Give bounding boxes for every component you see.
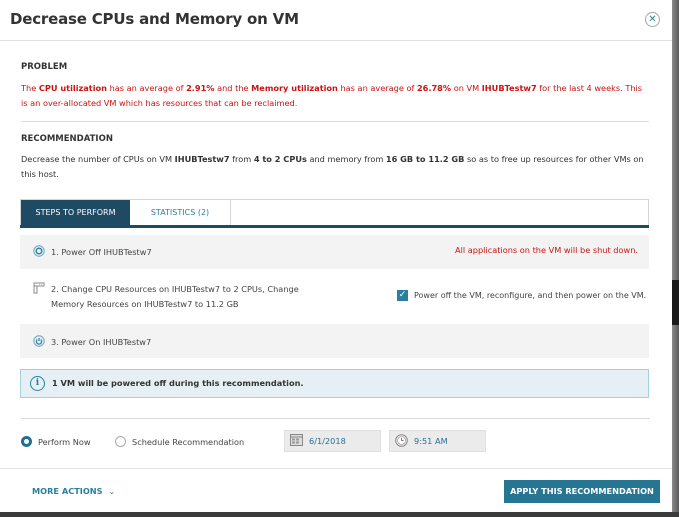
- recommendation-dialog: Decrease CPUs and Memory on VM ✕ PROBLEM…: [0, 0, 672, 512]
- emphasis-text: 4 to 2 CPUs: [253, 154, 307, 164]
- emphasis-text: 2.91%: [186, 83, 215, 93]
- modal-backdrop: [672, 0, 679, 517]
- step-change-resources: 2. Change CPU Resources on IHUBTestw7 to…: [20, 276, 649, 316]
- info-text: 1 VM will be powered off during this rec…: [52, 378, 304, 388]
- more-actions-label: MORE ACTIONS: [32, 486, 103, 496]
- text-segment: has an average of: [337, 83, 417, 93]
- checkbox-label: Power off the VM, reconfigure, and then …: [414, 291, 647, 300]
- date-value: 6/1/2018: [309, 436, 346, 446]
- info-icon: i: [30, 376, 45, 391]
- tab-bar: STEPS TO PERFORM STATISTICS (2): [20, 199, 649, 226]
- schedule-radio[interactable]: [115, 436, 126, 447]
- tab-underline: [20, 225, 649, 228]
- text-segment: Decrease the number of CPUs on VM: [21, 154, 175, 164]
- step-label-line2: Memory Resources on IHUBTestw7 to 11.2 G…: [51, 299, 239, 309]
- recommendation-heading: RECOMMENDATION: [21, 134, 113, 144]
- text-segment: and the: [214, 83, 252, 93]
- problem-text: The CPU utilization has an average of 2.…: [21, 81, 651, 111]
- checkmark-icon: ✓: [398, 290, 407, 300]
- emphasis-text: CPU utilization: [38, 83, 107, 93]
- divider: [21, 121, 649, 122]
- modal-shadow: [0, 512, 679, 517]
- divider: [21, 418, 650, 419]
- dialog-header: Decrease CPUs and Memory on VM ✕: [0, 0, 672, 41]
- emphasis-text: IHUBTestw7: [174, 154, 230, 164]
- calendar-icon: [289, 434, 303, 448]
- emphasis-text: 26.78%: [416, 83, 452, 93]
- power-cycle-checkbox[interactable]: ✓: [397, 290, 408, 301]
- tab-statistics[interactable]: STATISTICS (2): [130, 200, 231, 226]
- clock-icon: [394, 434, 408, 448]
- step-label-line1: 2. Change CPU Resources on IHUBTestw7 to…: [51, 284, 299, 294]
- info-banner: i 1 VM will be powered off during this r…: [20, 369, 649, 398]
- step-warning: All applications on the VM will be shut …: [454, 245, 638, 255]
- text-segment: and memory from: [306, 154, 386, 164]
- emphasis-text: Memory utilization: [251, 83, 338, 93]
- date-input[interactable]: 6/1/2018: [284, 430, 381, 452]
- more-actions-button[interactable]: MORE ACTIONS ⌄: [32, 486, 115, 496]
- text-segment: on VM: [451, 83, 482, 93]
- dialog-title: Decrease CPUs and Memory on VM: [10, 10, 299, 28]
- footer-divider: [0, 468, 672, 469]
- text-segment: from: [229, 154, 254, 164]
- text-segment: has an average of: [106, 83, 187, 93]
- emphasis-text: 16 GB to 11.2 GB: [385, 154, 465, 164]
- problem-heading: PROBLEM: [21, 62, 68, 72]
- perform-now-label: Perform Now: [38, 437, 91, 447]
- close-icon: ✕: [648, 14, 657, 25]
- power-off-icon: [33, 245, 45, 259]
- close-button[interactable]: ✕: [645, 12, 660, 27]
- emphasis-text: IHUBTestw7: [481, 83, 537, 93]
- step-power-off: 1. Power Off IHUBTestw7 All applications…: [20, 235, 649, 269]
- text-segment: The: [21, 83, 39, 93]
- chevron-down-icon: ⌄: [108, 487, 116, 496]
- step-label: 1. Power Off IHUBTestw7: [51, 247, 152, 257]
- schedule-label: Schedule Recommendation: [132, 437, 245, 447]
- time-input[interactable]: 9:51 AM: [389, 430, 486, 452]
- recommendation-text: Decrease the number of CPUs on VM IHUBTe…: [21, 152, 651, 182]
- resources-icon: [33, 282, 45, 296]
- tab-steps-to-perform[interactable]: STEPS TO PERFORM: [21, 200, 130, 226]
- time-value: 9:51 AM: [414, 436, 448, 446]
- perform-now-radio[interactable]: [21, 436, 32, 447]
- step-label: 3. Power On IHUBTestw7: [51, 337, 152, 347]
- step-power-on: 3. Power On IHUBTestw7: [20, 324, 649, 358]
- power-on-icon: [33, 335, 45, 349]
- apply-recommendation-button[interactable]: APPLY THIS RECOMMENDATION: [504, 480, 660, 503]
